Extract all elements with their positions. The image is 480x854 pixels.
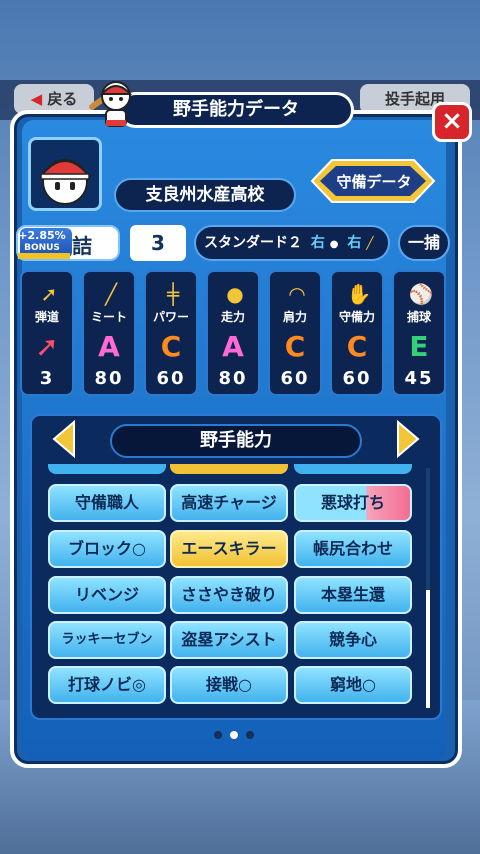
throw-hand: 右	[310, 235, 325, 251]
defense-data-label: 守備データ	[336, 173, 412, 191]
stat-value: 80	[218, 368, 248, 389]
stat-value: 3	[39, 368, 55, 389]
ball-icon: ●	[329, 239, 339, 250]
ability-item[interactable]: エースキラー	[170, 530, 288, 568]
ability-item[interactable]: ブロック○	[48, 530, 166, 568]
ability-item[interactable]: 盗塁アシスト	[170, 621, 288, 659]
stat-grade: C	[160, 330, 182, 363]
prev-arrow-button[interactable]	[52, 420, 76, 458]
background-back-label: 戻る	[47, 90, 78, 108]
ability-item[interactable]: 打球ノビ◎	[48, 666, 166, 704]
page-dot[interactable]	[230, 731, 238, 739]
ability-scroll-thumb[interactable]	[426, 590, 430, 708]
ability-item[interactable]: 窮地○	[294, 666, 412, 704]
bat-icon: ╱	[104, 282, 118, 306]
catch-ball-icon: ⚾	[408, 282, 434, 306]
page-dot[interactable]	[214, 731, 222, 739]
position-label: 一捕	[398, 225, 450, 261]
bonus-stat-label: 詰	[72, 234, 92, 258]
back-arrow-icon: ◀	[30, 90, 43, 108]
stat-value: 60	[280, 368, 310, 389]
stat-column: ● 走力 A 80	[206, 270, 260, 396]
stat-grade: E	[409, 330, 429, 363]
ability-item[interactable]: 本塁生還	[294, 576, 412, 614]
ability-partial	[170, 464, 288, 474]
dialog-title: 野手能力データ	[118, 92, 354, 128]
barbell-icon: ╪	[166, 282, 180, 306]
stat-value: 60	[156, 368, 186, 389]
throw-arc-icon: ◠	[288, 282, 306, 306]
ability-item[interactable]: 高速チャージ	[170, 484, 288, 522]
abilities-title: 野手能力	[110, 424, 362, 458]
ability-item[interactable]: 帳尻合わせ	[294, 530, 412, 568]
stat-value: 45	[404, 368, 434, 389]
school-name: 支良州水産高校	[114, 178, 296, 212]
ability-partial	[48, 464, 166, 474]
ability-item[interactable]: 悪球打ち	[294, 484, 412, 522]
ability-item[interactable]: リベンジ	[48, 576, 166, 614]
stat-value: 60	[342, 368, 372, 389]
stat-grade: A	[222, 330, 244, 363]
stat-label: パワー	[152, 310, 189, 324]
batting-style: スタンダード２ 右 ● 右 ╱	[194, 225, 390, 261]
stat-column: ╪ パワー C 60	[144, 270, 198, 396]
glove-icon: ✋	[346, 282, 372, 306]
stat-column: ➚ 弾道 ➚ 3	[20, 270, 74, 396]
bonus-progress-bar	[18, 253, 70, 259]
stat-label: 捕球	[406, 310, 431, 324]
mascot-icon	[89, 81, 133, 127]
bonus-word: BONUS	[24, 243, 60, 253]
stat-grade: A	[98, 330, 120, 363]
ability-item[interactable]: ラッキーセブン	[48, 621, 166, 659]
trajectory-arrow-icon: ➚	[35, 330, 59, 363]
stat-column: ◠ 肩力 C 60	[268, 270, 322, 396]
stat-label: ミート	[90, 310, 127, 324]
ability-item[interactable]: 守備職人	[48, 484, 166, 522]
bonus-number: 3	[130, 225, 186, 261]
close-icon: ×	[441, 106, 463, 136]
player-avatar	[28, 137, 102, 211]
ability-partial	[294, 464, 412, 474]
close-button[interactable]: ×	[432, 102, 472, 142]
page-dot[interactable]	[246, 731, 254, 739]
stat-grade: C	[284, 330, 306, 363]
stat-label: 肩力	[282, 310, 307, 324]
stat-value: 80	[94, 368, 124, 389]
bonus-percent: +2.85%	[18, 229, 66, 242]
stat-column: ⚾ 捕球 E 45	[392, 270, 446, 396]
ability-item[interactable]: 競争心	[294, 621, 412, 659]
stat-grade: C	[346, 330, 368, 363]
stat-label: 走力	[220, 310, 245, 324]
stat-label: 弾道	[34, 310, 59, 324]
stat-label: 守備力	[338, 310, 375, 324]
ability-item[interactable]: ささやき破り	[170, 576, 288, 614]
ability-item[interactable]: 接戦○	[170, 666, 288, 704]
trajectory-icon: ➚	[40, 282, 58, 306]
stat-column: ╱ ミート A 80	[82, 270, 136, 396]
bat-small-icon: ╱	[366, 236, 374, 250]
player-face-icon	[38, 159, 92, 205]
next-arrow-button[interactable]	[396, 420, 420, 458]
batting-style-text: スタンダード２	[204, 235, 302, 251]
runner-icon: ●	[226, 282, 244, 306]
stat-column: ✋ 守備力 C 60	[330, 270, 384, 396]
bat-hand: 右	[347, 235, 362, 251]
